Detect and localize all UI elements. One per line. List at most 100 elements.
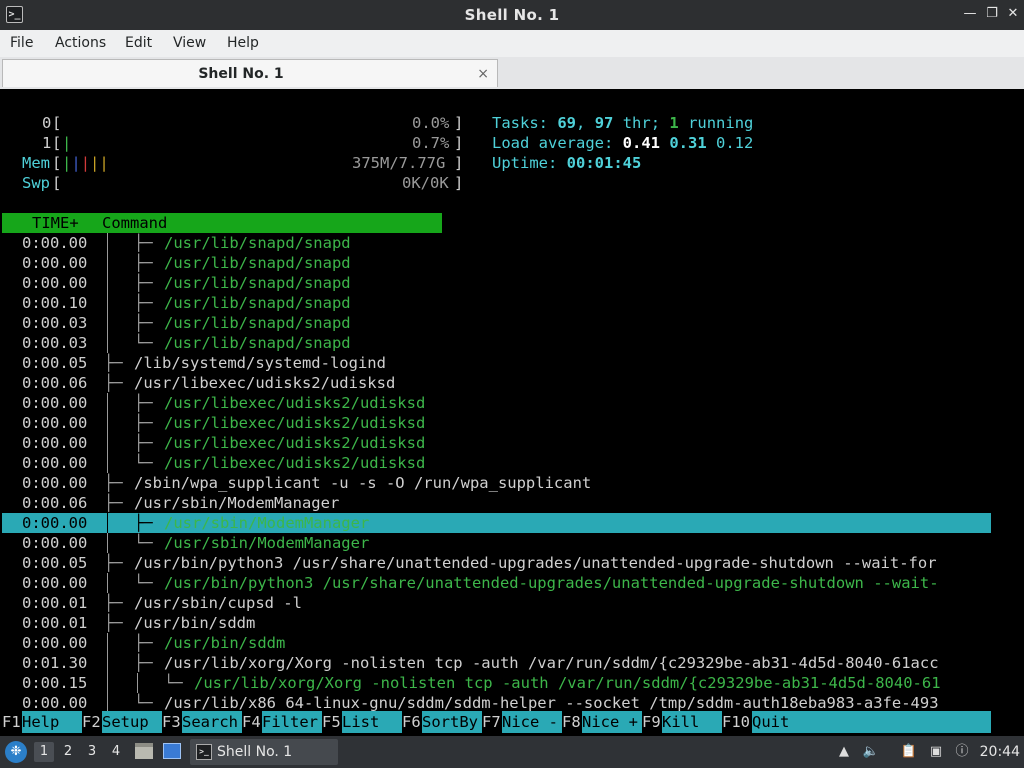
process-row[interactable]: 0:00.00 ├─ /usr/sbin/ModemManager	[2, 513, 1022, 533]
fkey-filter-button[interactable]: Filter	[262, 711, 322, 733]
process-time: 0:00.00	[22, 254, 88, 272]
process-row[interactable]: 0:01.30 ├─ /usr/lib/xorg/Xorg -nolisten tc…	[2, 653, 1022, 673]
process-command: /usr/lib/snapd/snapd	[164, 254, 351, 272]
fkey-quit-button[interactable]: Quit	[752, 711, 991, 733]
start-menu-icon[interactable]: ❉	[5, 741, 27, 763]
desktop-4[interactable]: 4	[106, 742, 126, 762]
process-row[interactable]: 0:00.00 └─ /usr/lib/x86_64-linux-gnu/sddm/…	[2, 693, 1022, 713]
process-time: 0:00.00	[22, 394, 88, 412]
process-row[interactable]: 0:00.06 ├─ /usr/libexec/udisks2/udisksd	[2, 373, 1022, 393]
tab-shell-1[interactable]: Shell No. 1 ×	[2, 59, 498, 87]
fkey-kill-button[interactable]: Kill	[662, 711, 722, 733]
process-row[interactable]: 0:00.00 ├─ /usr/libexec/udisks2/udisksd	[2, 393, 1022, 413]
process-row[interactable]: 0:00.00 ├─ /usr/libexec/udisks2/udisksd	[2, 433, 1022, 453]
volume-icon[interactable]: 🔈	[862, 743, 880, 761]
fkey-number: F10	[722, 713, 750, 731]
tree-guide	[107, 253, 108, 273]
terminal-view[interactable]: 0 [ 0.0% ] 1 [ | 0.7% ] Mem [ ||||| 375M…	[2, 91, 1022, 733]
network-icon[interactable]: ▣	[927, 743, 945, 761]
maximize-icon[interactable]: ❐	[984, 6, 1000, 22]
fkey-number: F2	[82, 713, 101, 731]
close-icon[interactable]: ✕	[1005, 6, 1021, 22]
process-row[interactable]: 0:00.00 ├─ /usr/lib/snapd/snapd	[2, 273, 1022, 293]
process-row[interactable]: 0:00.00 └─ /usr/bin/python3 /usr/share/una…	[2, 573, 1022, 593]
taskbar: ❉ 1 2 3 4 >_ Shell No. 1 ▲ 🔈 📋 ▣ ⓘ 20:44	[0, 736, 1024, 768]
process-time: 0:00.15	[22, 674, 88, 692]
desktop-2[interactable]: 2	[58, 742, 78, 762]
process-command: /usr/bin/sddm	[164, 634, 286, 652]
menu-file[interactable]: File	[10, 30, 33, 57]
menu-edit[interactable]: Edit	[125, 30, 152, 57]
process-row[interactable]: 0:00.00 ├─ /usr/lib/snapd/snapd	[2, 233, 1022, 253]
process-command: /usr/bin/sddm	[134, 614, 256, 632]
process-row[interactable]: 0:00.00 ├─ /sbin/wpa_supplicant -u -s -O /…	[2, 473, 1022, 493]
process-command: /usr/lib/snapd/snapd	[164, 314, 351, 332]
process-command: /usr/lib/x86_64-linux-gnu/sddm/sddm-help…	[164, 694, 939, 712]
load-label: Load average:	[492, 134, 614, 152]
file-manager-icon[interactable]	[135, 743, 153, 759]
process-row[interactable]: 0:00.01 ├─ /usr/sbin/cupsd -l	[2, 593, 1022, 613]
uptime-value: 00:01:45	[566, 154, 642, 172]
cpu1-bracket-close: ]	[454, 134, 464, 152]
fkey-list-button[interactable]: List	[342, 711, 402, 733]
process-row[interactable]: 0:00.15 └─ /usr/lib/xorg/Xorg -nolisten tc…	[2, 673, 1022, 693]
process-row[interactable]: 0:00.00 └─ /usr/libexec/udisks2/udisksd	[2, 453, 1022, 473]
process-row[interactable]: 0:00.03 ├─ /usr/lib/snapd/snapd	[2, 313, 1022, 333]
fkey-search-button[interactable]: Search	[182, 711, 242, 733]
process-time: 0:00.10	[22, 294, 88, 312]
menu-actions[interactable]: Actions	[55, 30, 106, 57]
cpu1-label: 1	[42, 134, 52, 152]
show-desktop-icon[interactable]	[163, 743, 181, 759]
process-row[interactable]: 0:00.10 ├─ /usr/lib/snapd/snapd	[2, 293, 1022, 313]
fkey-number: F7	[482, 713, 501, 731]
process-command: /usr/sbin/ModemManager	[164, 514, 370, 532]
window-title: Shell No. 1	[464, 6, 560, 24]
tree-branch: └─	[134, 454, 153, 472]
process-row[interactable]: 0:00.00 ├─ /usr/bin/sddm	[2, 633, 1022, 653]
header-command[interactable]: Command	[102, 213, 167, 233]
tree-branch: └─	[164, 674, 183, 692]
tray-arrow-icon[interactable]: ▲	[835, 743, 853, 761]
tree-branch: ├─	[104, 554, 123, 572]
load-5: 0.31	[669, 134, 707, 152]
tree-guide	[107, 513, 108, 533]
tree-guide	[107, 293, 108, 313]
window-titlebar[interactable]: >_ Shell No. 1 — ❐ ✕	[0, 0, 1024, 30]
process-time: 0:00.00	[22, 514, 88, 532]
fkey-number: F1	[2, 713, 21, 731]
update-notifier-icon[interactable]: ⓘ	[953, 743, 971, 761]
process-time: 0:00.00	[22, 274, 88, 292]
fkey-help-button[interactable]: Help	[22, 711, 82, 733]
desktop-3[interactable]: 3	[82, 742, 102, 762]
process-row[interactable]: 0:00.03 └─ /usr/lib/snapd/snapd	[2, 333, 1022, 353]
cpu0-value: 0.0%	[412, 114, 450, 132]
tree-guide	[107, 653, 108, 673]
fkey-sortby-button[interactable]: SortBy	[422, 711, 482, 733]
menu-help[interactable]: Help	[227, 30, 259, 57]
minimize-icon[interactable]: —	[962, 6, 978, 22]
clipboard-icon[interactable]: 📋	[900, 743, 918, 761]
clock[interactable]: 20:44	[980, 736, 1020, 768]
tree-branch: ├─	[134, 314, 153, 332]
header-time[interactable]: TIME+	[32, 213, 79, 233]
menu-view[interactable]: View	[173, 30, 206, 57]
process-row[interactable]: 0:00.00 └─ /usr/sbin/ModemManager	[2, 533, 1022, 553]
process-row[interactable]: 0:00.00 ├─ /usr/libexec/udisks2/udisksd	[2, 413, 1022, 433]
fkey-number: F6	[402, 713, 421, 731]
process-row[interactable]: 0:00.05 ├─ /usr/bin/python3 /usr/share/una…	[2, 553, 1022, 573]
process-row[interactable]: 0:00.00 ├─ /usr/lib/snapd/snapd	[2, 253, 1022, 273]
running-label: running	[688, 114, 754, 132]
process-row[interactable]: 0:00.06 ├─ /usr/sbin/ModemManager	[2, 493, 1022, 513]
tree-guide	[107, 313, 108, 333]
process-command: /usr/lib/xorg/Xorg -nolisten tcp -auth /…	[194, 674, 941, 692]
process-row[interactable]: 0:00.01 ├─ /usr/bin/sddm	[2, 613, 1022, 633]
swp-value: 0K/0K	[402, 174, 449, 192]
desktop-1[interactable]: 1	[34, 742, 54, 762]
process-row[interactable]: 0:00.05 ├─ /lib/systemd/systemd-logind	[2, 353, 1022, 373]
fkey-nice-button[interactable]: Nice -	[502, 711, 562, 733]
tree-guide	[107, 393, 108, 413]
fkey-setup-button[interactable]: Setup	[102, 711, 162, 733]
taskbar-task-shell[interactable]: >_ Shell No. 1	[190, 739, 338, 765]
tab-close-icon[interactable]: ×	[477, 60, 489, 88]
fkey-nice-button[interactable]: Nice +	[582, 711, 642, 733]
